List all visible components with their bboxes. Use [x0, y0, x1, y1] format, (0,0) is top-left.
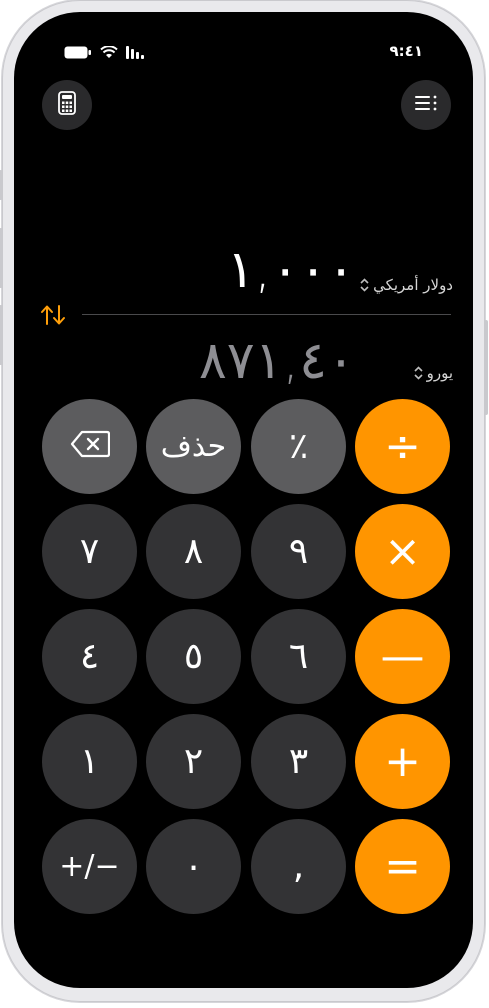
digit-4-button[interactable]: ٤	[42, 609, 137, 704]
wifi-icon	[100, 44, 118, 63]
from-currency-selector[interactable]: دولار أمريكي	[360, 276, 453, 294]
plus-button[interactable]: +	[355, 714, 450, 809]
history-list-button[interactable]	[401, 80, 451, 130]
decimal-button[interactable]: ,	[251, 819, 346, 914]
multiply-button[interactable]: ×	[355, 504, 450, 599]
status-icons	[64, 44, 144, 63]
equals-button[interactable]: =	[355, 819, 450, 914]
to-currency-selector[interactable]: يورو	[414, 364, 453, 382]
backspace-button[interactable]	[42, 399, 137, 494]
swap-arrows-icon	[40, 305, 66, 332]
digit-7-button[interactable]: ٧	[42, 504, 137, 599]
battery-icon	[64, 44, 92, 63]
calculator-icon	[58, 91, 76, 119]
digit-8-button[interactable]: ٨	[146, 504, 241, 599]
screen: ٩:٤١ ١,٠٠٠ دولار أمريكي ٨٧١,٤٠ يورو حذف …	[14, 12, 473, 988]
divide-button[interactable]: ÷	[355, 399, 450, 494]
minus-button[interactable]: —	[355, 609, 450, 704]
digit-1-button[interactable]: ١	[42, 714, 137, 809]
chevron-up-down-icon	[360, 278, 369, 292]
from-amount: ١,٠٠٠	[226, 240, 355, 300]
swap-currencies-button[interactable]	[40, 304, 66, 332]
status-time: ٩:٤١	[389, 42, 423, 60]
list-icon	[415, 95, 437, 115]
clear-button[interactable]: حذف	[146, 399, 241, 494]
calculator-mode-button[interactable]	[42, 80, 92, 130]
phone-frame: ٩:٤١ ١,٠٠٠ دولار أمريكي ٨٧١,٤٠ يورو حذف …	[0, 0, 488, 1002]
side-button-mute	[0, 170, 3, 200]
divider	[82, 314, 451, 315]
digit-6-button[interactable]: ٦	[251, 609, 346, 704]
digit-3-button[interactable]: ٣	[251, 714, 346, 809]
to-amount: ٨٧١,٤٠	[198, 331, 355, 391]
digit-0-button[interactable]: ٠	[146, 819, 241, 914]
backspace-icon	[70, 426, 110, 467]
percent-button[interactable]: ٪	[251, 399, 346, 494]
cellular-signal-icon	[126, 44, 144, 63]
digit-9-button[interactable]: ٩	[251, 504, 346, 599]
digit-2-button[interactable]: ٢	[146, 714, 241, 809]
chevron-up-down-icon	[414, 366, 423, 380]
to-currency-label: يورو	[426, 364, 453, 382]
digit-5-button[interactable]: ٥	[146, 609, 241, 704]
plus-minus-button[interactable]: +/−	[42, 819, 137, 914]
side-button-volume-up	[0, 228, 3, 288]
side-button-power	[484, 320, 488, 415]
side-button-volume-down	[0, 305, 3, 365]
from-currency-label: دولار أمريكي	[373, 276, 453, 294]
